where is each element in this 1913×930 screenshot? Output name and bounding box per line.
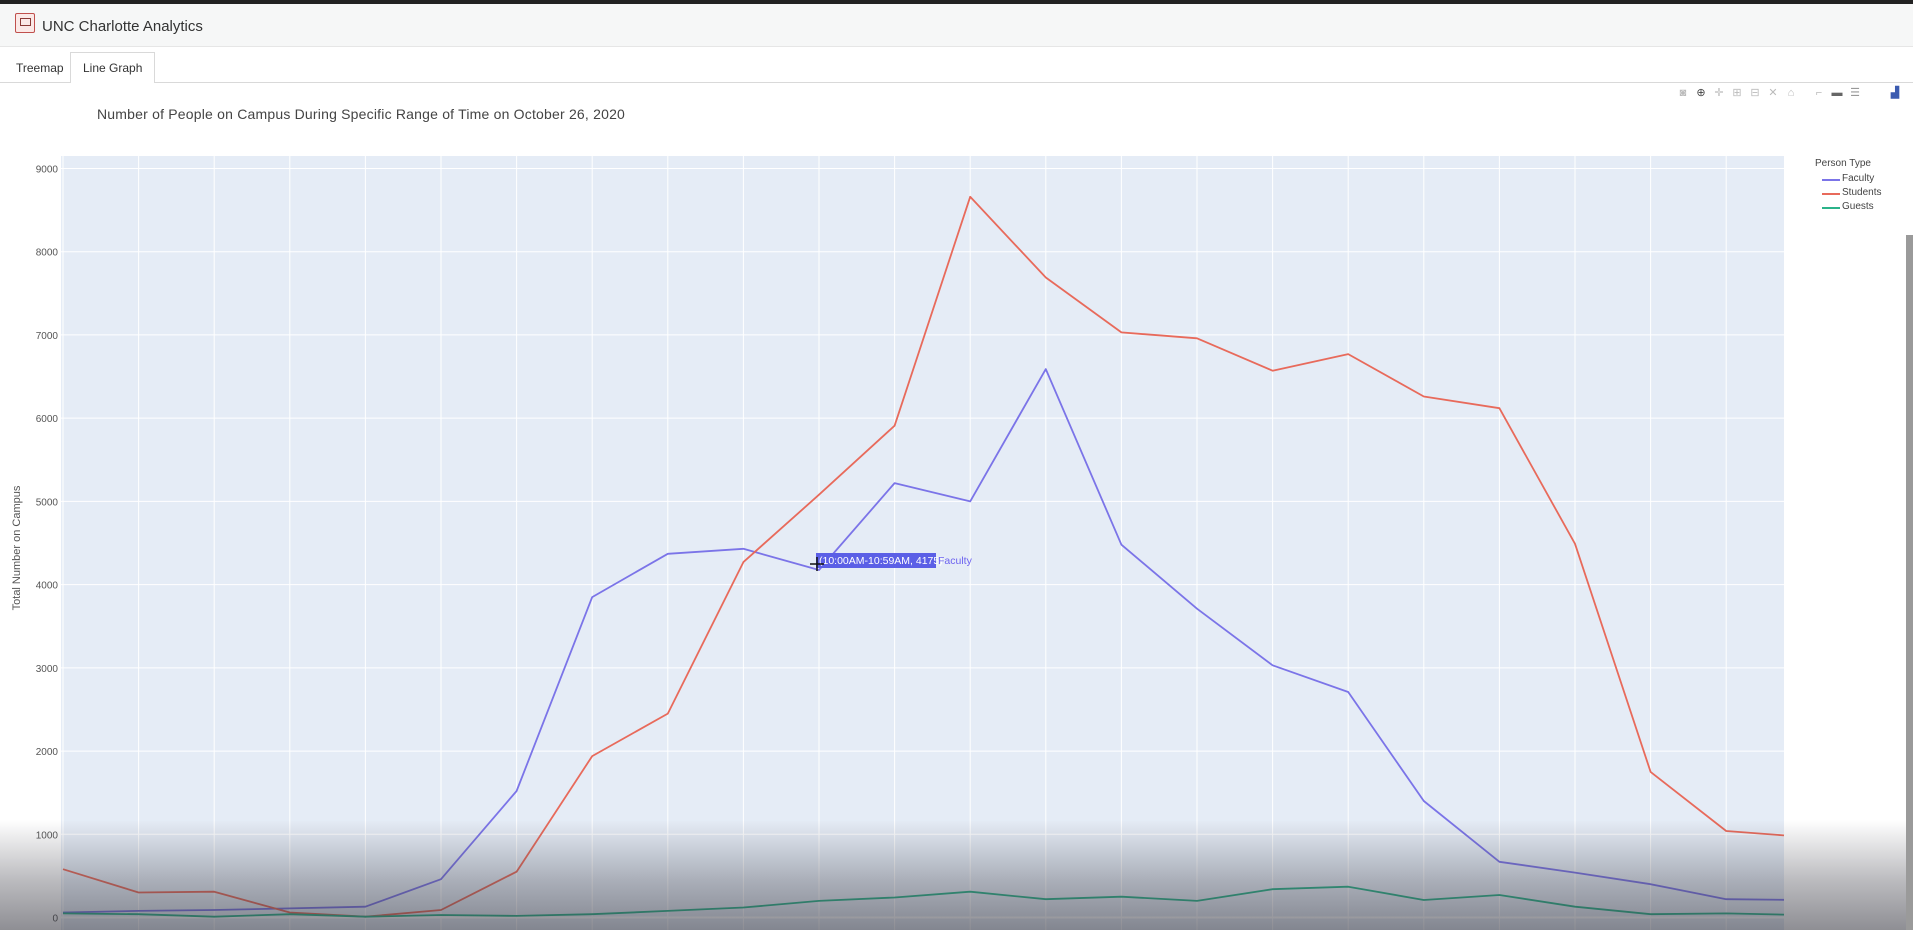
- y-tick-label: 1000: [36, 830, 59, 841]
- y-axis-label: Total Number on Campus: [11, 485, 23, 610]
- page-scrollbar[interactable]: [1906, 235, 1913, 930]
- y-tick-label: 2000: [36, 747, 59, 758]
- line-chart[interactable]: 0 1000 2000 3000 4000 5000 6000 7000 8000 9000 To…: [0, 0, 1913, 930]
- y-tick-label: 0: [52, 914, 58, 925]
- legend-swatch: [1822, 193, 1840, 195]
- y-tick-label: 5000: [36, 497, 59, 508]
- legend-label: Students: [1842, 187, 1882, 198]
- hover-label: (10:00AM-10:59AM, 4175): [819, 555, 943, 567]
- plot-area: [61, 156, 1784, 930]
- y-tick-label: 7000: [36, 331, 59, 342]
- chart-legend: Person Type Faculty Students Guests: [1815, 158, 1881, 214]
- hover-series-name: Faculty: [938, 555, 973, 567]
- legend-swatch: [1822, 179, 1840, 181]
- legend-title: Person Type: [1815, 158, 1871, 169]
- y-tick-label: 3000: [36, 664, 59, 675]
- legend-label: Guests: [1842, 201, 1874, 212]
- y-tick-label: 4000: [36, 581, 59, 592]
- legend-swatch: [1822, 207, 1840, 209]
- legend-item-students[interactable]: Students: [1815, 186, 1881, 200]
- y-tick-labels: 0 1000 2000 3000 4000 5000 6000 7000 8000 9000: [36, 164, 59, 924]
- legend-label: Faculty: [1842, 173, 1875, 184]
- legend-item-faculty[interactable]: Faculty: [1815, 172, 1881, 186]
- y-tick-label: 9000: [36, 164, 59, 175]
- y-tick-label: 8000: [36, 248, 59, 259]
- y-tick-label: 6000: [36, 414, 59, 425]
- legend-item-guests[interactable]: Guests: [1815, 200, 1881, 214]
